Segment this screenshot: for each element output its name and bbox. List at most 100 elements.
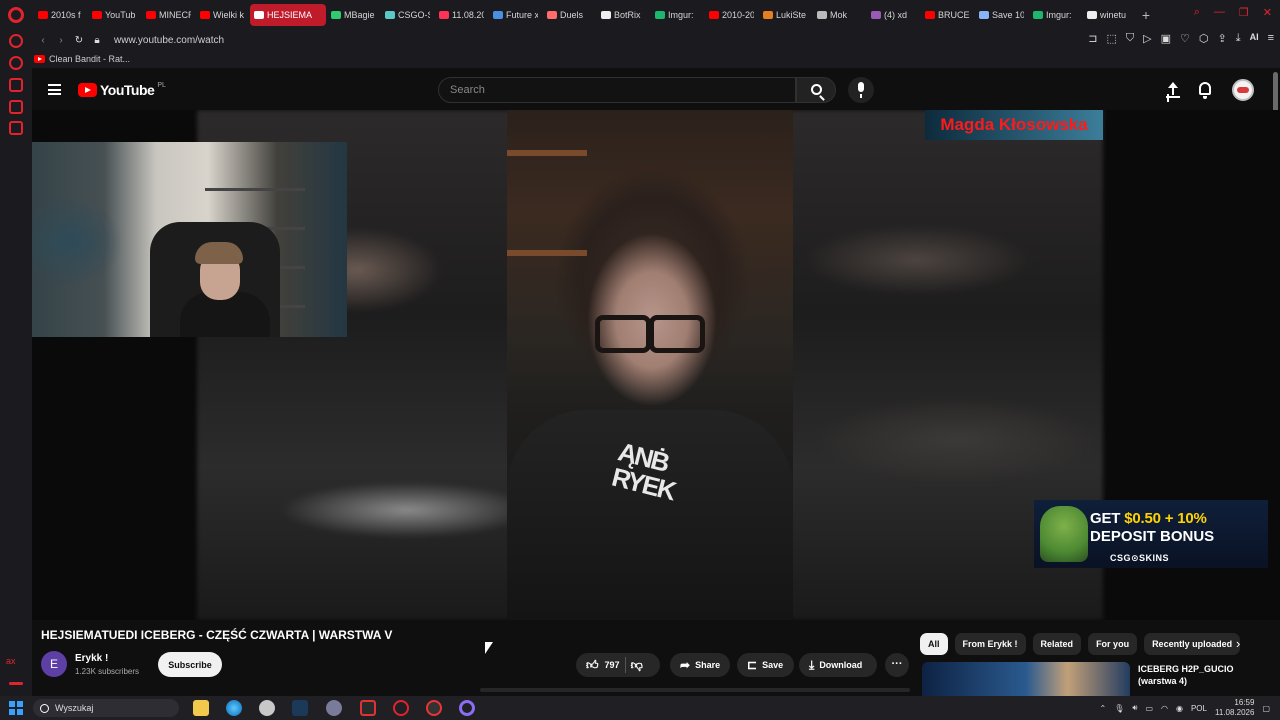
extensions-icon[interactable]: ⬡ [1199,32,1209,45]
browser-tab[interactable]: winetu [1083,4,1136,26]
bookmark-item[interactable]: Clean Bandit - Rat... [34,54,130,64]
steam-icon[interactable] [292,700,308,716]
download-button[interactable]: ⤓ Download [799,653,877,677]
browser-tab[interactable]: 2010s f [34,4,87,26]
thumbs-up-icon: 👍︎ [586,657,599,672]
play-icon[interactable]: ▷ [1143,32,1151,45]
browser-tab[interactable]: BotRix [597,4,650,26]
browser-tab[interactable]: 2010-20 [705,4,758,26]
url-text[interactable]: www.youtube.com/watch [114,35,224,46]
settings-icon[interactable] [326,700,342,716]
shield-app-icon[interactable] [360,700,376,716]
network-icon[interactable]: ▭ [1145,704,1153,713]
recommended-video-thumbnail[interactable] [922,662,1130,696]
opera-taskbar-icon[interactable] [393,700,409,716]
browser-tab[interactable]: Imgur: [1029,4,1082,26]
volume-icon[interactable]: 🔊︎ [1132,703,1137,713]
browser-tab[interactable]: Duels [543,4,596,26]
opera-logo-icon[interactable] [8,7,24,23]
channel-avatar[interactable]: E [41,651,67,677]
sponsor-ad-banner[interactable]: GET $0.50 + 10% DEPOSIT BONUS CSG⊙SKINS [1034,500,1268,568]
share-icon[interactable]: ⇪ [1217,32,1226,45]
circle-app-icon[interactable] [459,700,475,716]
language-indicator[interactable]: POL [1191,704,1207,713]
browser-tab[interactable]: HEJSIEMA [250,4,326,26]
share-button[interactable]: ➦ Share [670,653,730,677]
wifi-icon[interactable]: ◠ [1161,704,1168,713]
new-tab-icon[interactable]: + [1137,7,1155,23]
browser-tab[interactable]: YouTub [88,4,141,26]
filter-chip[interactable]: Recently uploaded [1144,633,1241,655]
browser-tab[interactable]: Wielki k [196,4,249,26]
app-icon[interactable] [259,700,275,716]
hamburger-menu-icon[interactable] [48,84,61,95]
heart-icon[interactable]: ♡ [1180,32,1190,45]
messenger-icon[interactable] [9,100,23,114]
filter-chip[interactable]: Related [1032,633,1082,655]
recommendation-chips: All From Erykk ! Related For you Recently up… [920,632,1260,656]
search-button[interactable] [796,77,836,103]
browser-tab[interactable]: Imgur: [651,4,704,26]
shield-icon[interactable]: ⛉ [1126,32,1134,45]
forward-icon[interactable]: › [54,35,68,46]
browser-tab[interactable]: (4) xd [867,4,920,26]
opera-tray-icon[interactable]: ◉ [1176,704,1183,713]
snapshot-icon[interactable]: ⬚ [1106,32,1116,45]
clock[interactable]: 16:59 11.08.2026 [1215,698,1254,718]
browser-tab[interactable]: Save 10 [975,4,1028,26]
close-icon[interactable]: ✕ [1263,6,1272,19]
history-icon[interactable] [9,56,23,70]
windows-start-icon[interactable] [9,701,23,715]
wallet-icon[interactable]: ▣ [1161,32,1171,45]
more-sidebar-icon[interactable] [9,682,23,685]
search-box[interactable] [438,77,796,103]
dislike-button[interactable]: 👎︎ [631,658,643,673]
like-button[interactable]: 👍︎ 797 [586,658,620,673]
subscribe-button[interactable]: Subscribe [158,652,222,677]
channel-name[interactable]: Erykk ! [75,653,108,664]
browser-tab[interactable]: BRUCE [921,4,974,26]
search-input[interactable] [439,78,795,102]
browser-tab[interactable]: MINECR [142,4,195,26]
aria-ai-button[interactable]: AI [1250,32,1259,45]
browser-tab[interactable]: LukiSte [759,4,812,26]
upload-icon[interactable] [1166,82,1180,98]
browser-tab[interactable]: MBagie [327,4,380,26]
recommended-video-title[interactable]: ICEBERG H2P_GUCIO (warstwa 4) [1138,663,1268,687]
browser-tab[interactable]: CSGO-S [381,4,434,26]
mic-tray-icon[interactable]: 🎙︎ [1114,704,1124,713]
reload-icon[interactable]: ↻ [72,35,86,46]
more-actions-icon[interactable]: ··· [885,653,909,677]
youtube-logo[interactable]: YouTube PL [78,82,166,98]
bookmark-icon[interactable]: ⊐ [1088,32,1097,45]
tray-chevron-icon[interactable]: ⌃ [1100,704,1107,713]
account-avatar[interactable] [1232,79,1254,101]
clock-date: 11.08.2026 [1214,708,1255,717]
player-icon[interactable] [9,121,23,135]
globe-app-icon[interactable] [226,700,242,716]
back-icon[interactable]: ‹ [36,35,50,46]
tab-label: Wielki k [213,10,244,20]
filter-chip[interactable]: From Erykk ! [954,633,1026,655]
minimize-icon[interactable]: — [1214,6,1225,19]
video-player[interactable]: ĄNḂ RYEK Magda Kłosowska GET $0.50 + 10% … [32,110,1280,620]
notification-icon[interactable]: ▢ [1262,704,1270,713]
chevron-right-icon[interactable]: › [1236,636,1240,651]
filter-chip[interactable]: All [920,633,948,655]
search-tabs-icon[interactable]: ⌕ [1194,6,1200,19]
browser-tab[interactable]: 11.08.20 [435,4,488,26]
save-button[interactable]: ⊏ Save [737,653,794,677]
download-icon[interactable]: ⤓ [1236,32,1241,45]
browser-tab[interactable]: Mok [813,4,866,26]
refresh-sidebar-icon[interactable] [9,34,23,48]
menu-icon[interactable]: ≡ [1268,32,1274,45]
voice-search-icon[interactable] [848,77,874,103]
obs-icon[interactable] [426,700,442,716]
filter-chip[interactable]: For you [1088,633,1138,655]
browser-tab[interactable]: Future x [489,4,542,26]
notifications-bell-icon[interactable] [1199,82,1211,99]
maximize-icon[interactable]: ❐ [1239,6,1249,19]
file-explorer-icon[interactable] [193,700,209,716]
lock-icon[interactable] [9,78,23,92]
taskbar-search[interactable]: Wyszukaj [33,699,179,717]
